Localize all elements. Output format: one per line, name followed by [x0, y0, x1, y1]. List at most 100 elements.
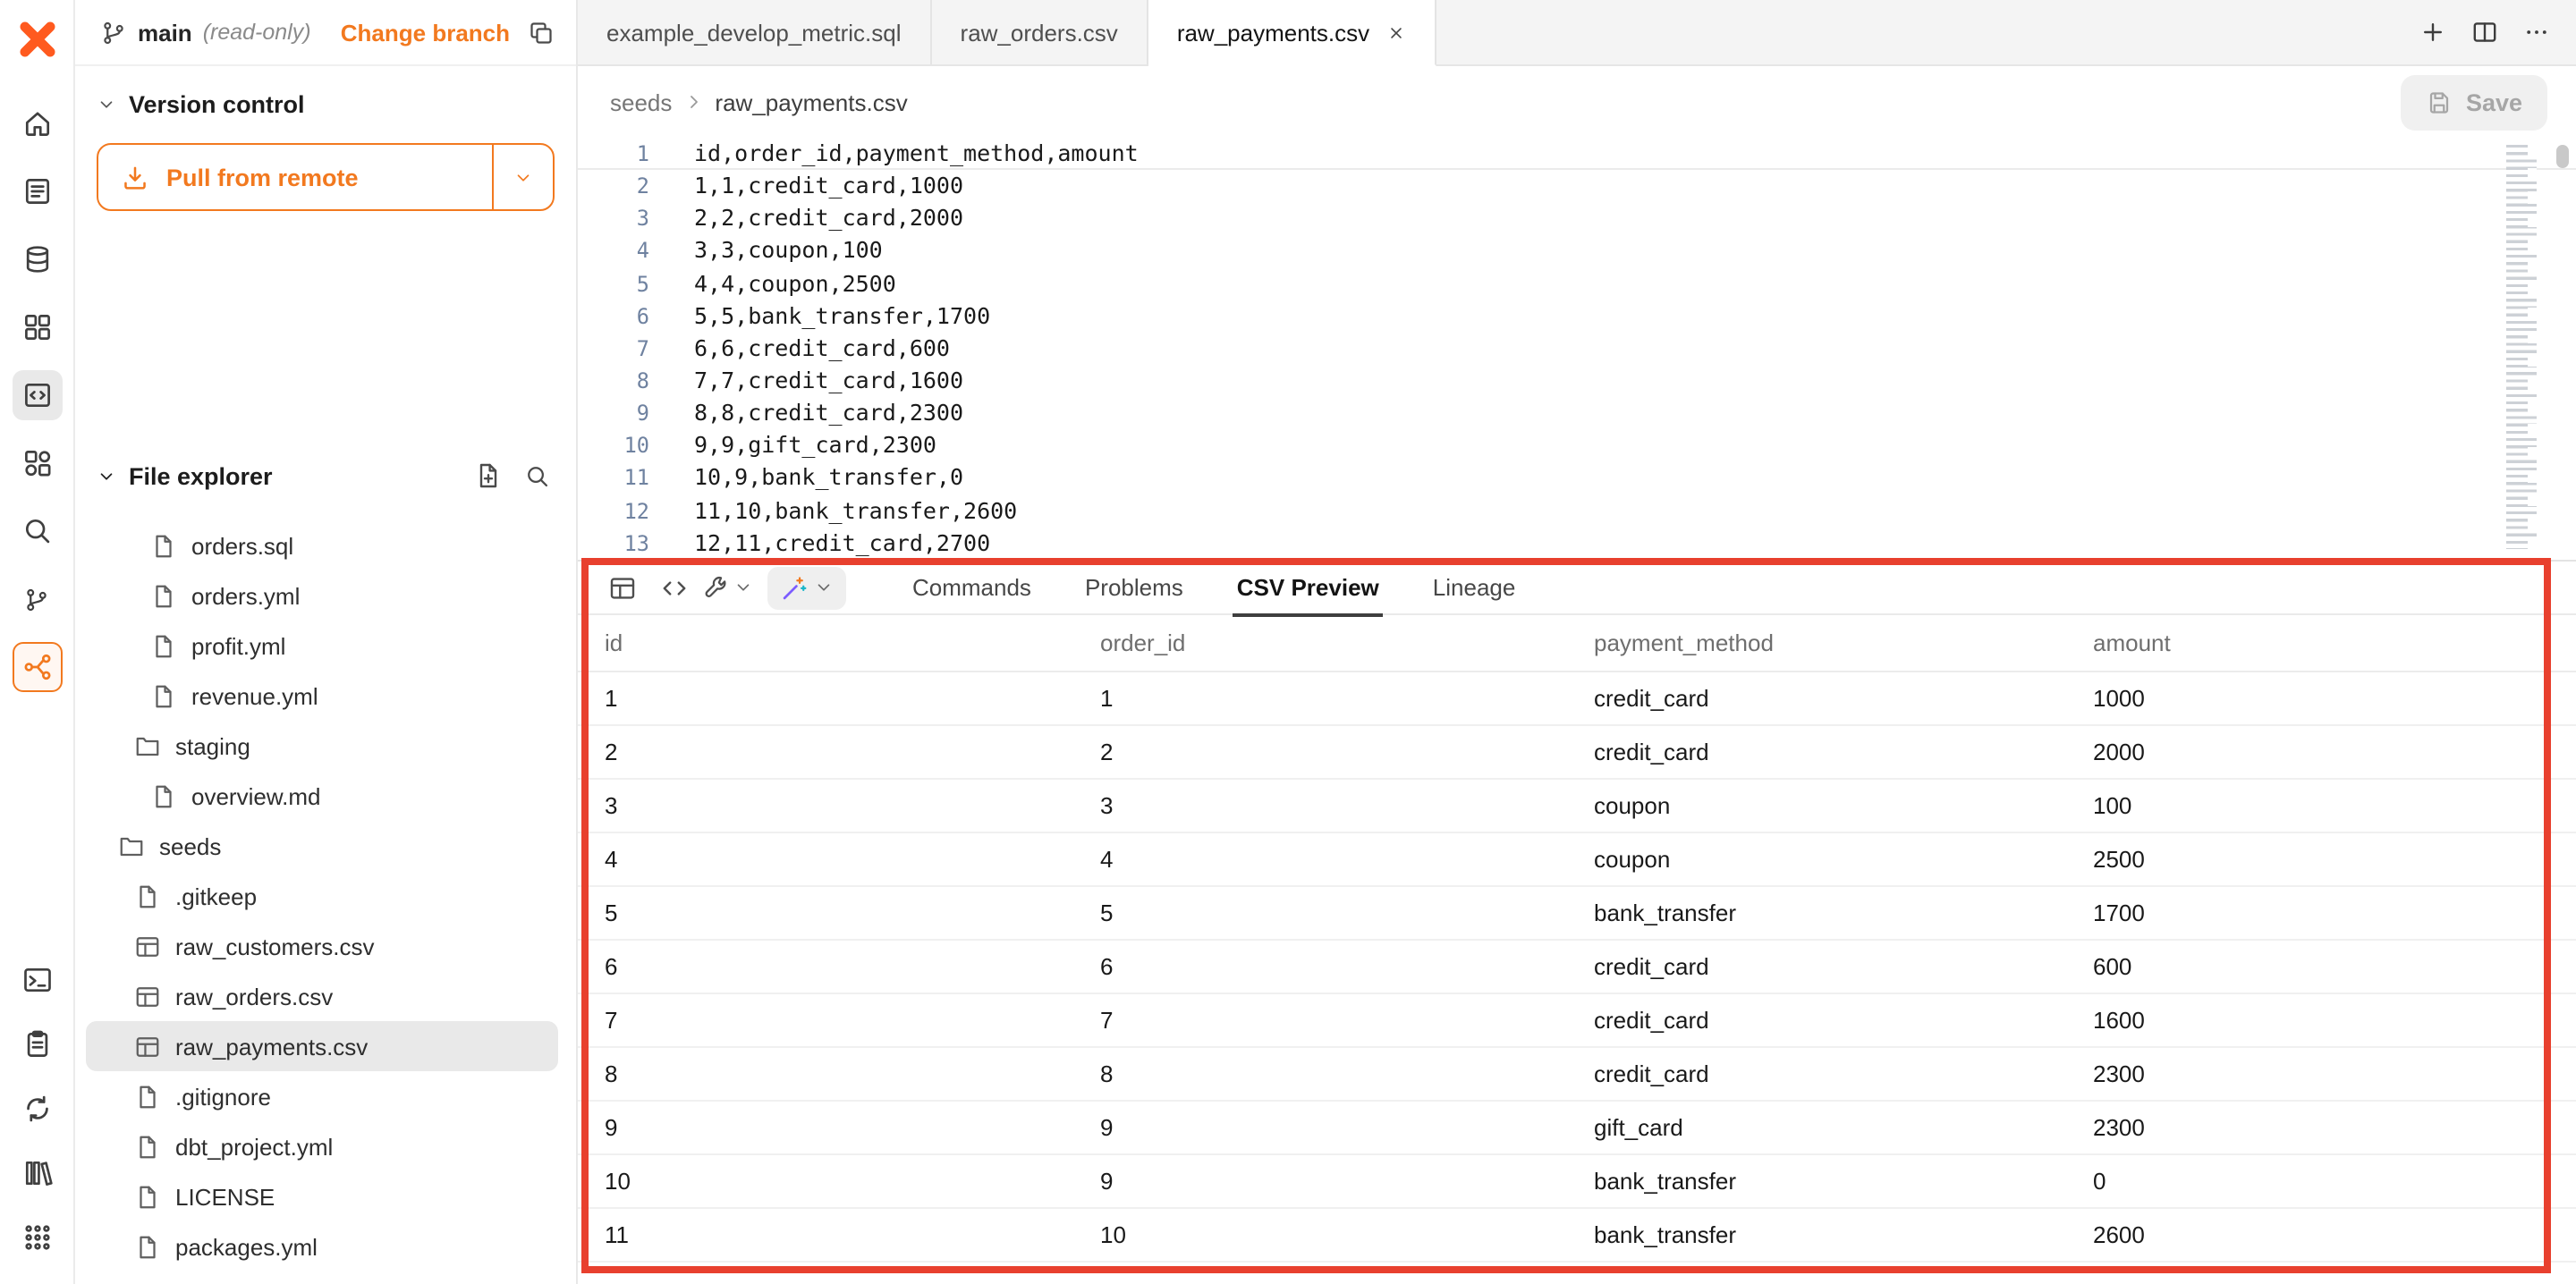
file-item-LICENSE[interactable]: LICENSE [86, 1171, 558, 1221]
csv-cell: gift_card [1594, 1114, 2093, 1141]
file-item-overview.md[interactable]: overview.md [86, 771, 558, 821]
change-branch-link[interactable]: Change branch [341, 19, 510, 46]
new-tab-icon[interactable] [2419, 18, 2447, 46]
save-button[interactable]: Save [2402, 74, 2547, 130]
breadcrumb-parent[interactable]: seeds [610, 89, 672, 115]
rail-item-lineage[interactable] [12, 642, 62, 692]
panel-tab-Lineage[interactable]: Lineage [1406, 561, 1543, 614]
csv-row[interactable]: 66credit_card600 [578, 941, 2576, 994]
rail-item-terminal[interactable] [12, 955, 62, 1005]
csv-row[interactable]: 99gift_card2300 [578, 1102, 2576, 1155]
editor-line: 76,6,credit_card,600 [578, 333, 2576, 365]
csv-row[interactable]: 109bank_transfer0 [578, 1155, 2576, 1209]
csv-cell: 7 [605, 1007, 1100, 1034]
line-number: 3 [578, 203, 649, 235]
file-item-raw_customers.csv[interactable]: raw_customers.csv [86, 921, 558, 971]
editor-tab-raw_orders.csv[interactable]: raw_orders.csv [932, 0, 1148, 64]
file-item-profit.yml[interactable]: profit.yml [86, 621, 558, 671]
rail-item-database[interactable] [12, 234, 62, 284]
rail-item-search[interactable] [12, 506, 62, 556]
rail-item-git-branch[interactable] [12, 574, 62, 624]
csv-rows: 11credit_card100022credit_card200033coup… [578, 672, 2576, 1263]
file-item-revenue.yml[interactable]: revenue.yml [86, 671, 558, 721]
csv-column-header[interactable]: payment_method [1594, 629, 2093, 656]
csv-row[interactable]: 77credit_card1600 [578, 994, 2576, 1048]
rail-bottom [12, 948, 62, 1270]
csv-cell: 6 [605, 953, 1100, 980]
file-item-raw_payments.csv[interactable]: raw_payments.csv [86, 1021, 558, 1071]
csv-row[interactable]: 55bank_transfer1700 [578, 887, 2576, 941]
rail-item-components[interactable] [12, 438, 62, 488]
csv-cell: 8 [605, 1060, 1100, 1087]
panel-tab-CSV Preview[interactable]: CSV Preview [1210, 561, 1406, 614]
bottom-panel-tabs: CommandsProblemsCSV PreviewLineage [886, 561, 1542, 614]
chevron-down-icon [97, 95, 116, 114]
file-item-label: overview.md [191, 782, 321, 809]
csv-cell: 2 [605, 739, 1100, 765]
rail-item-sync[interactable] [12, 1084, 62, 1134]
file-icon [134, 1083, 161, 1110]
file-icon [150, 582, 177, 609]
csv-row[interactable]: 22credit_card2000 [578, 726, 2576, 780]
file-item-staging[interactable]: staging [86, 721, 558, 771]
rail-item-grid[interactable] [12, 302, 62, 352]
csv-cell: 9 [1100, 1168, 1594, 1195]
line-text: 4,4,coupon,2500 [649, 267, 896, 300]
csv-row[interactable]: 11credit_card1000 [578, 672, 2576, 726]
rail-item-clipboard[interactable] [12, 1019, 62, 1069]
editor-line: 1id,order_id,payment_method,amount [578, 138, 2576, 170]
editor-scrollbar[interactable] [2556, 145, 2569, 168]
csv-cell: 600 [2093, 953, 2576, 980]
editor-tab-raw_payments.csv[interactable]: raw_payments.csv [1148, 0, 1436, 66]
file-item-.gitignore[interactable]: .gitignore [86, 1071, 558, 1121]
split-editor-icon[interactable] [2470, 18, 2499, 46]
app-window: main (read-only) Change branch Version c… [0, 0, 2576, 1284]
pull-options-button[interactable] [492, 145, 553, 209]
rail-item-code-editor[interactable] [12, 370, 62, 420]
csv-column-header[interactable]: id [605, 629, 1100, 656]
more-options-icon[interactable] [2522, 18, 2551, 46]
csv-row[interactable]: 1110bank_transfer2600 [578, 1209, 2576, 1263]
copy-branch-icon[interactable] [528, 19, 555, 46]
csv-row[interactable]: 33coupon100 [578, 780, 2576, 833]
ai-assist-button[interactable] [767, 566, 846, 609]
file-item-label: seeds [159, 832, 221, 859]
csv-cell: coupon [1594, 792, 2093, 819]
editor-line: 1110,9,bank_transfer,0 [578, 462, 2576, 494]
editor-tab-example_develop_metric.sql[interactable]: example_develop_metric.sql [578, 0, 932, 64]
csv-row[interactable]: 44coupon2500 [578, 833, 2576, 887]
results-table-button[interactable] [599, 566, 646, 609]
code-editor[interactable]: 1id,order_id,payment_method,amount21,1,c… [578, 138, 2576, 560]
file-item-orders.sql[interactable]: orders.sql [86, 520, 558, 570]
close-tab-icon[interactable] [1385, 22, 1405, 42]
panel-tab-Commands[interactable]: Commands [886, 561, 1058, 614]
rail-item-home[interactable] [12, 98, 62, 148]
pull-from-remote-button[interactable]: Pull from remote [97, 143, 555, 211]
csv-column-header[interactable]: order_id [1100, 629, 1594, 656]
csv-row[interactable]: 88credit_card2300 [578, 1048, 2576, 1102]
csv-column-header[interactable]: amount [2093, 629, 2576, 656]
file-item-raw_orders.csv[interactable]: raw_orders.csv [86, 971, 558, 1021]
csv-cell: 0 [2093, 1168, 2576, 1195]
version-control-header[interactable]: Version control [97, 91, 555, 118]
file-item-orders.yml[interactable]: orders.yml [86, 570, 558, 621]
minimap[interactable] [2506, 145, 2537, 549]
pull-from-remote-main[interactable]: Pull from remote [98, 145, 492, 209]
editor-line: 32,2,credit_card,2000 [578, 203, 2576, 235]
file-item-seeds[interactable]: seeds [86, 821, 558, 871]
compiled-code-button[interactable] [651, 566, 698, 609]
search-files-icon[interactable] [524, 462, 551, 489]
file-item-dbt_project.yml[interactable]: dbt_project.yml [86, 1121, 558, 1171]
build-menu-button[interactable] [703, 566, 753, 609]
file-item-packages.yml[interactable]: packages.yml [86, 1221, 558, 1271]
seed-icon [134, 933, 161, 959]
file-item-.gitkeep[interactable]: .gitkeep [86, 871, 558, 921]
rail-item-list[interactable] [12, 166, 62, 216]
rail-item-apps[interactable] [12, 1212, 62, 1263]
dbt-logo-icon[interactable] [12, 14, 62, 64]
file-item-label: profit.yml [191, 632, 285, 659]
chevron-down-icon[interactable] [97, 466, 116, 486]
panel-tab-Problems[interactable]: Problems [1058, 561, 1210, 614]
rail-item-library[interactable] [12, 1148, 62, 1198]
new-file-icon[interactable] [474, 461, 503, 490]
